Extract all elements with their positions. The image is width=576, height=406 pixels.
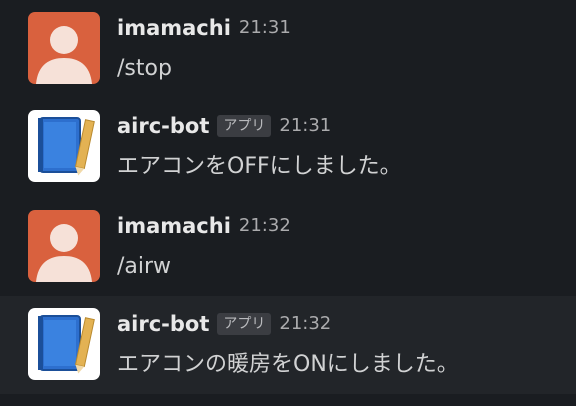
sender-name[interactable]: imamachi — [117, 14, 231, 42]
message-text: /airw — [117, 254, 172, 279]
notebook-pencil-icon[interactable] — [28, 110, 100, 182]
notebook-pencil-icon[interactable] — [28, 308, 100, 380]
user-avatar-icon[interactable] — [28, 12, 100, 84]
message-item[interactable]: airc-bot アプリ 21:32 エアコンの暖房をONにしました。 — [0, 296, 576, 394]
message-item[interactable]: airc-bot アプリ 21:31 エアコンをOFFにしました。 — [0, 98, 576, 196]
message-text: エアコンの暖房をONにしました。 — [117, 352, 459, 377]
timestamp[interactable]: 21:32 — [279, 310, 331, 338]
message-header: imamachi 21:32 — [117, 212, 291, 240]
timestamp[interactable]: 21:31 — [239, 14, 291, 42]
user-avatar-icon[interactable] — [28, 210, 100, 282]
message-text: /stop — [117, 56, 172, 81]
message-header: imamachi 21:31 — [117, 14, 291, 42]
message-item[interactable]: imamachi 21:31 /stop — [0, 0, 576, 98]
message-header: airc-bot アプリ 21:32 — [117, 310, 331, 338]
sender-name[interactable]: airc-bot — [117, 310, 209, 338]
message-text: エアコンをOFFにしました。 — [117, 154, 402, 179]
message-header: airc-bot アプリ 21:31 — [117, 112, 331, 140]
app-badge: アプリ — [217, 313, 272, 335]
sender-name[interactable]: airc-bot — [117, 112, 209, 140]
message-item[interactable]: imamachi 21:32 /airw — [0, 198, 576, 296]
timestamp[interactable]: 21:32 — [239, 212, 291, 240]
app-badge: アプリ — [217, 115, 272, 137]
message-feed: imamachi 21:31 /stop airc-bot アプリ 21:31 … — [0, 0, 576, 406]
timestamp[interactable]: 21:31 — [279, 112, 331, 140]
sender-name[interactable]: imamachi — [117, 212, 231, 240]
